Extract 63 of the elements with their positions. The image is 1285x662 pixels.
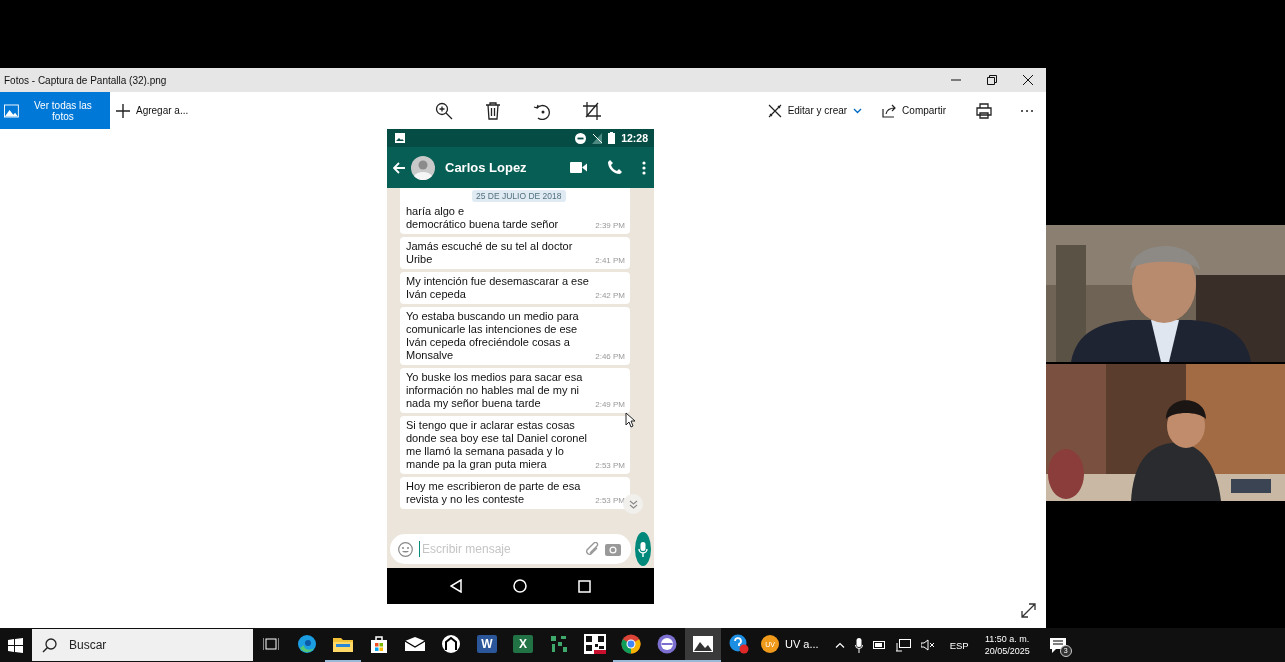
search-field[interactable]: Buscar <box>32 629 253 661</box>
edit-create-button[interactable]: Editar y crear <box>761 99 869 122</box>
avatar <box>411 155 435 180</box>
chevrons-down-icon <box>628 499 638 509</box>
message-text: haría algo e democrático buena tarde señor <box>406 205 560 231</box>
caret-icon <box>853 107 863 114</box>
view-all-photos-button[interactable]: Ver todas las fotos <box>0 92 110 129</box>
share-button[interactable]: Compartir <box>876 99 952 122</box>
message-text: Hoy me escribieron de parte de esa revista y no les conteste <box>406 480 582 506</box>
status-time: 12:28 <box>621 132 648 144</box>
search-input[interactable]: Buscar <box>67 637 221 653</box>
clock-date: 20/05/2025 <box>984 645 1030 657</box>
network-icon[interactable] <box>893 636 913 654</box>
emoji-icon <box>398 541 413 557</box>
message-time: 2:46 PM <box>595 352 625 362</box>
message-field[interactable]: Escribir mensaje <box>390 534 631 564</box>
camera-icon <box>605 542 621 556</box>
do-not-disturb-icon <box>575 132 587 144</box>
close-icon <box>1023 75 1033 85</box>
image-icon <box>4 103 19 118</box>
back-icon[interactable] <box>391 159 407 176</box>
windows-icon <box>7 637 23 653</box>
contact-name[interactable]: Carlos Lopez <box>445 160 552 175</box>
home-nav-icon[interactable] <box>511 577 529 595</box>
clock[interactable]: 11:50 a. m. 20/05/2025 <box>980 633 1034 657</box>
microphone-icon <box>638 541 648 557</box>
message-input[interactable]: Escribir mensaje <box>419 541 579 557</box>
share-icon <box>882 103 897 118</box>
plus-icon <box>116 103 130 118</box>
restore-icon <box>987 75 997 85</box>
notification-icon <box>1049 637 1066 653</box>
edit-icon <box>767 103 782 118</box>
search-icon <box>42 637 57 653</box>
back-nav-icon[interactable] <box>448 577 465 595</box>
clock-time: 11:50 a. m. <box>985 633 1030 645</box>
phone-icon[interactable] <box>605 158 624 177</box>
message-text: Yo buske los medios para sacar esa información no hables mal de my ni nada my señor buena tarde <box>406 371 584 410</box>
message-text: Yo estaba buscando un medio para comunicarle las intenciones de ese Iván cepeda ofreciéndole cosas a Monsalve <box>406 310 580 362</box>
message-text: Jamás escuché de su tel al doctor Uribe <box>406 240 574 266</box>
language-indicator[interactable]: ESP <box>949 639 969 651</box>
battery-icon <box>608 132 616 144</box>
message-time: 2:41 PM <box>595 256 625 266</box>
message-time: 2:53 PM <box>595 496 625 506</box>
video-call-icon[interactable] <box>568 160 589 175</box>
paperclip-icon <box>585 542 599 556</box>
image-icon <box>395 133 405 143</box>
recents-nav-icon[interactable] <box>575 577 593 595</box>
photos-app-icon[interactable] <box>685 628 721 662</box>
message-time: 2:53 PM <box>595 461 625 471</box>
message-text: Si tengo que ir aclarar estas cosas donde sea boy ese tal Daniel coronel me llamó la semana pasada y lo mande pa la gran puta miera <box>406 419 588 471</box>
battery-icon[interactable] <box>870 639 888 651</box>
message-time: 2:49 PM <box>595 400 625 410</box>
fullscreen-icon[interactable] <box>1021 603 1036 618</box>
window-title: Fotos - Captura de Pantalla (32).png <box>4 74 167 86</box>
scroll-down-button[interactable] <box>623 494 643 514</box>
microphone-icon[interactable] <box>852 635 865 655</box>
message-text: My intención fue desemascarar a ese Iván cepeda <box>406 275 590 301</box>
message-time: 2:42 PM <box>595 291 625 301</box>
message-time: 2:39 PM <box>595 221 625 231</box>
add-to-button[interactable]: Agregar a... <box>110 99 195 122</box>
microphone-button[interactable] <box>635 532 651 566</box>
no-signal-icon <box>592 132 603 144</box>
date-chip: 25 DE JULIO DE 2018 <box>472 190 566 202</box>
